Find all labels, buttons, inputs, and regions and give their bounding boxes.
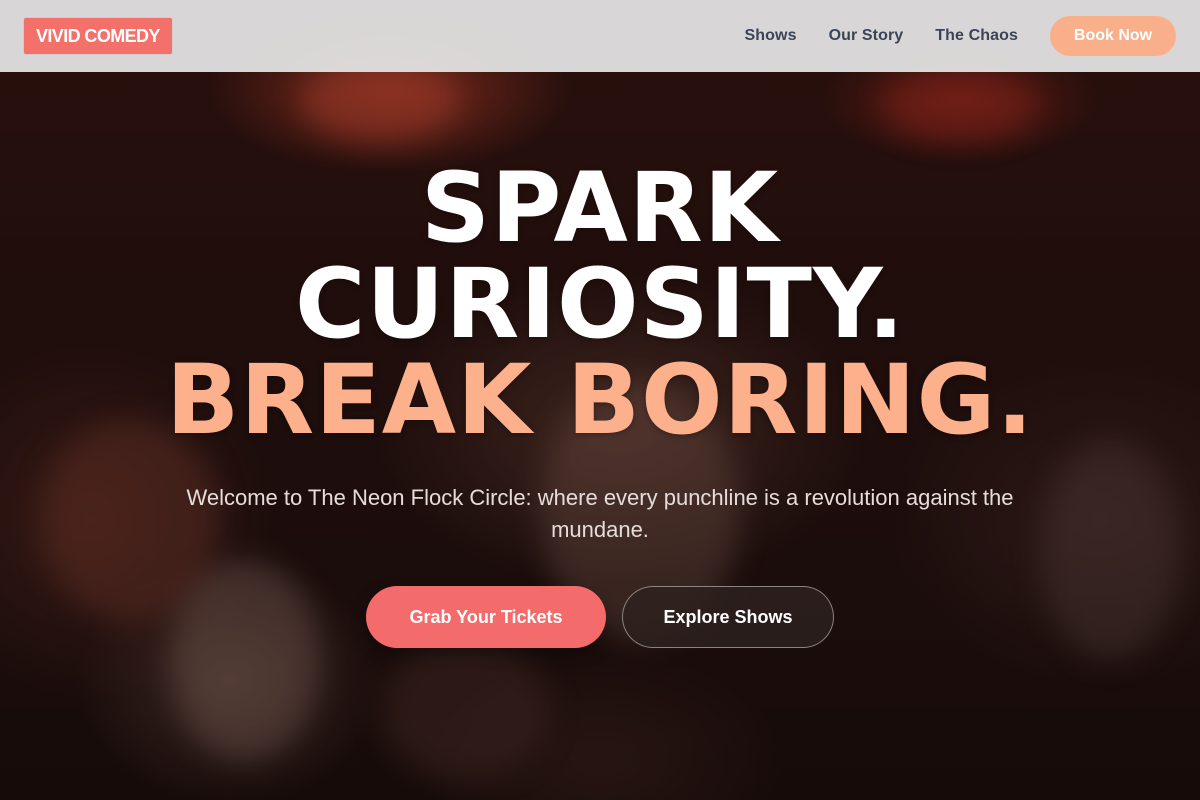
book-now-button[interactable]: Book Now (1050, 16, 1176, 56)
site-header: VIVID COMEDY Shows Our Story The Chaos B… (0, 0, 1200, 72)
headline-line-3-accent: BREAK BORING. (166, 344, 1034, 456)
nav-link-the-chaos[interactable]: The Chaos (935, 27, 1018, 45)
grab-tickets-button[interactable]: Grab Your Tickets (366, 586, 606, 648)
hero-section: SPARK CURIOSITY. BREAK BORING. Welcome t… (0, 160, 1200, 648)
nav-link-shows[interactable]: Shows (745, 27, 797, 45)
headline-line-2: CURIOSITY. (294, 248, 906, 360)
brand-logo[interactable]: VIVID COMEDY (24, 18, 172, 54)
explore-shows-button[interactable]: Explore Shows (622, 586, 834, 648)
landing-page: VIVID COMEDY Shows Our Story The Chaos B… (0, 0, 1200, 800)
hero-headline: SPARK CURIOSITY. BREAK BORING. (0, 160, 1200, 448)
hero-subtitle: Welcome to The Neon Flock Circle: where … (186, 485, 1014, 542)
headline-line-1: SPARK (420, 152, 780, 264)
nav-link-our-story[interactable]: Our Story (829, 27, 904, 45)
cta-row: Grab Your Tickets Explore Shows (0, 586, 1200, 648)
main-nav: Shows Our Story The Chaos Book Now (745, 16, 1176, 56)
